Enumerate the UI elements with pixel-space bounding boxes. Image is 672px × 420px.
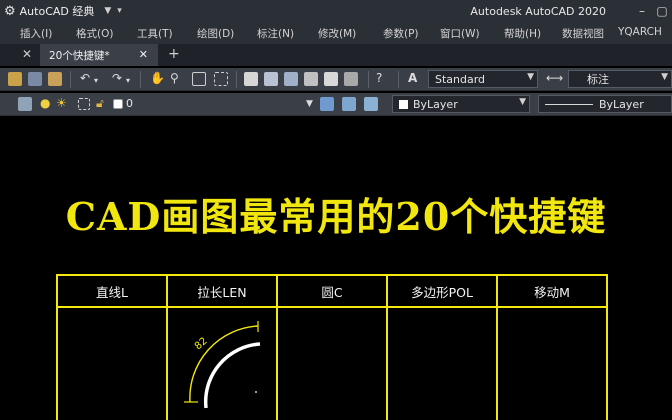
properties-icon[interactable]	[244, 72, 258, 86]
match-properties-icon[interactable]	[48, 72, 62, 86]
cell-move	[496, 306, 608, 420]
header-line: 直线L	[56, 274, 168, 308]
layer-dropdown-icon[interactable]: ▼	[306, 97, 313, 111]
sun-icon[interactable]: ☀	[56, 96, 67, 110]
zoom-window-icon[interactable]	[192, 72, 206, 86]
dim-style-select[interactable]: 标注 ▼	[568, 70, 672, 88]
text-style-icon[interactable]: A	[408, 71, 417, 85]
menu-dimension[interactable]: 标注(N)	[257, 26, 294, 41]
pan-hand-icon[interactable]: ✋	[150, 71, 165, 85]
redo-dropdown-icon[interactable]: ▾	[126, 74, 130, 88]
arc-dimension-drawing: 82	[184, 321, 261, 409]
shortcut-table: 直线L 拉长LEN 圆C 多边形POL 移动M	[56, 274, 608, 420]
menu-data-view[interactable]: 数据视图	[562, 26, 604, 41]
workspace-title[interactable]: AutoCAD 经典	[20, 3, 95, 19]
viewport-icon[interactable]	[78, 98, 90, 110]
table-body-row	[56, 306, 608, 420]
header-move: 移动M	[496, 274, 608, 308]
tab-document-label: 20个快捷键*	[49, 49, 110, 62]
sheet-set-icon[interactable]	[304, 72, 318, 86]
menu-tools[interactable]: 工具(T)	[137, 26, 173, 41]
menu-help[interactable]: 帮助(H)	[504, 26, 541, 41]
document-tab-bar: ✕ 20个快捷键* ✕ +	[0, 44, 672, 66]
header-polygon: 多边形POL	[386, 274, 498, 308]
paste-icon[interactable]	[8, 72, 22, 86]
drawing-title: CAD画图最常用的20个快捷键	[65, 194, 607, 239]
layer-state-icon[interactable]	[364, 97, 378, 111]
table-header-row: 直线L 拉长LEN 圆C 多边形POL 移动M	[56, 274, 608, 308]
chevron-down-icon: ▼	[527, 72, 534, 82]
chevron-down-icon: ▼	[661, 72, 668, 82]
redo-icon[interactable]: ↷	[112, 71, 122, 85]
cell-line	[56, 306, 168, 420]
tab-close-icon[interactable]: ✕	[139, 48, 148, 61]
zoom-realtime-icon[interactable]: ⚲	[170, 71, 179, 85]
title-bar: ⚙ AutoCAD 经典 ▼ ▾ Autodesk AutoCAD 2020 –…	[0, 0, 672, 22]
gear-icon[interactable]: ⚙	[4, 5, 16, 18]
customize-arrow-icon[interactable]: ▾	[117, 6, 122, 16]
close-icon[interactable]: ✕	[22, 47, 32, 61]
menu-bar: 插入(I) 格式(O) 工具(T) 绘图(D) 标注(N) 修改(M) 参数(P…	[0, 22, 672, 44]
design-center-icon[interactable]	[264, 72, 278, 86]
cell-polygon	[386, 306, 498, 420]
layer-name[interactable]: 0	[126, 97, 133, 110]
menu-window[interactable]: 窗口(W)	[440, 26, 480, 41]
tool-palettes-icon[interactable]	[284, 72, 298, 86]
separator	[398, 71, 399, 88]
cell-circle	[276, 306, 388, 420]
linetype-preview	[545, 103, 593, 105]
zoom-previous-icon[interactable]	[214, 72, 228, 86]
separator	[236, 71, 237, 88]
menu-yqarch[interactable]: YQARCH	[618, 26, 662, 38]
color-swatch	[399, 99, 408, 109]
new-tab-icon[interactable]: +	[168, 46, 180, 62]
layers-toolbar: ● ☀ 🔓︎ 0 ▼ ByLayer ▼ ByLayer	[0, 93, 672, 116]
color-select[interactable]: ByLayer ▼	[392, 95, 530, 113]
menu-modify[interactable]: 修改(M)	[318, 26, 356, 41]
restore-icon[interactable]: ▢	[652, 0, 672, 22]
tab-document[interactable]: 20个快捷键* ✕	[40, 44, 158, 66]
color-value: ByLayer	[413, 97, 458, 111]
lightbulb-icon[interactable]: ●	[40, 96, 50, 110]
separator	[70, 71, 71, 88]
menu-parametric[interactable]: 参数(P)	[383, 26, 419, 41]
help-icon[interactable]: ?	[376, 71, 382, 85]
product-title: Autodesk AutoCAD 2020	[470, 4, 606, 18]
arc-line	[203, 342, 261, 409]
dim-style-value: 标注	[587, 73, 609, 86]
center-point	[255, 391, 257, 393]
calculator-icon[interactable]	[344, 72, 358, 86]
menu-insert[interactable]: 插入(I)	[20, 26, 52, 41]
lock-icon[interactable]: 🔓︎	[96, 96, 104, 110]
header-lengthen: 拉长LEN	[166, 274, 278, 308]
dim-style-icon[interactable]: ⟷	[546, 71, 563, 85]
text-style-select[interactable]: Standard ▼	[428, 70, 538, 88]
layer-color-swatch	[113, 99, 123, 109]
linetype-value: ByLayer	[599, 97, 644, 111]
save-as-icon[interactable]	[28, 72, 42, 86]
layer-previous-icon[interactable]	[342, 97, 356, 111]
markup-icon[interactable]	[324, 72, 338, 86]
undo-icon[interactable]: ↶	[80, 71, 90, 85]
header-circle: 圆C	[276, 274, 388, 308]
arc-dimension-label: 82	[193, 336, 210, 353]
linetype-select[interactable]: ByLayer	[538, 95, 672, 113]
undo-dropdown-icon[interactable]: ▾	[94, 74, 98, 88]
standard-toolbar: ↶ ▾ ↷ ▾ ✋ ⚲ ? A Standard ▼ ⟷ 标注 ▼	[0, 68, 672, 91]
chevron-down-icon: ▼	[519, 97, 526, 107]
layer-properties-icon[interactable]	[18, 97, 32, 111]
separator	[140, 71, 141, 88]
separator	[368, 71, 369, 88]
menu-draw[interactable]: 绘图(D)	[197, 26, 234, 41]
dropdown-arrow-icon[interactable]: ▼	[104, 6, 111, 16]
menu-format[interactable]: 格式(O)	[76, 26, 113, 41]
make-current-icon[interactable]	[320, 97, 334, 111]
text-style-value: Standard	[435, 72, 486, 86]
minimize-icon[interactable]: –	[632, 0, 652, 22]
